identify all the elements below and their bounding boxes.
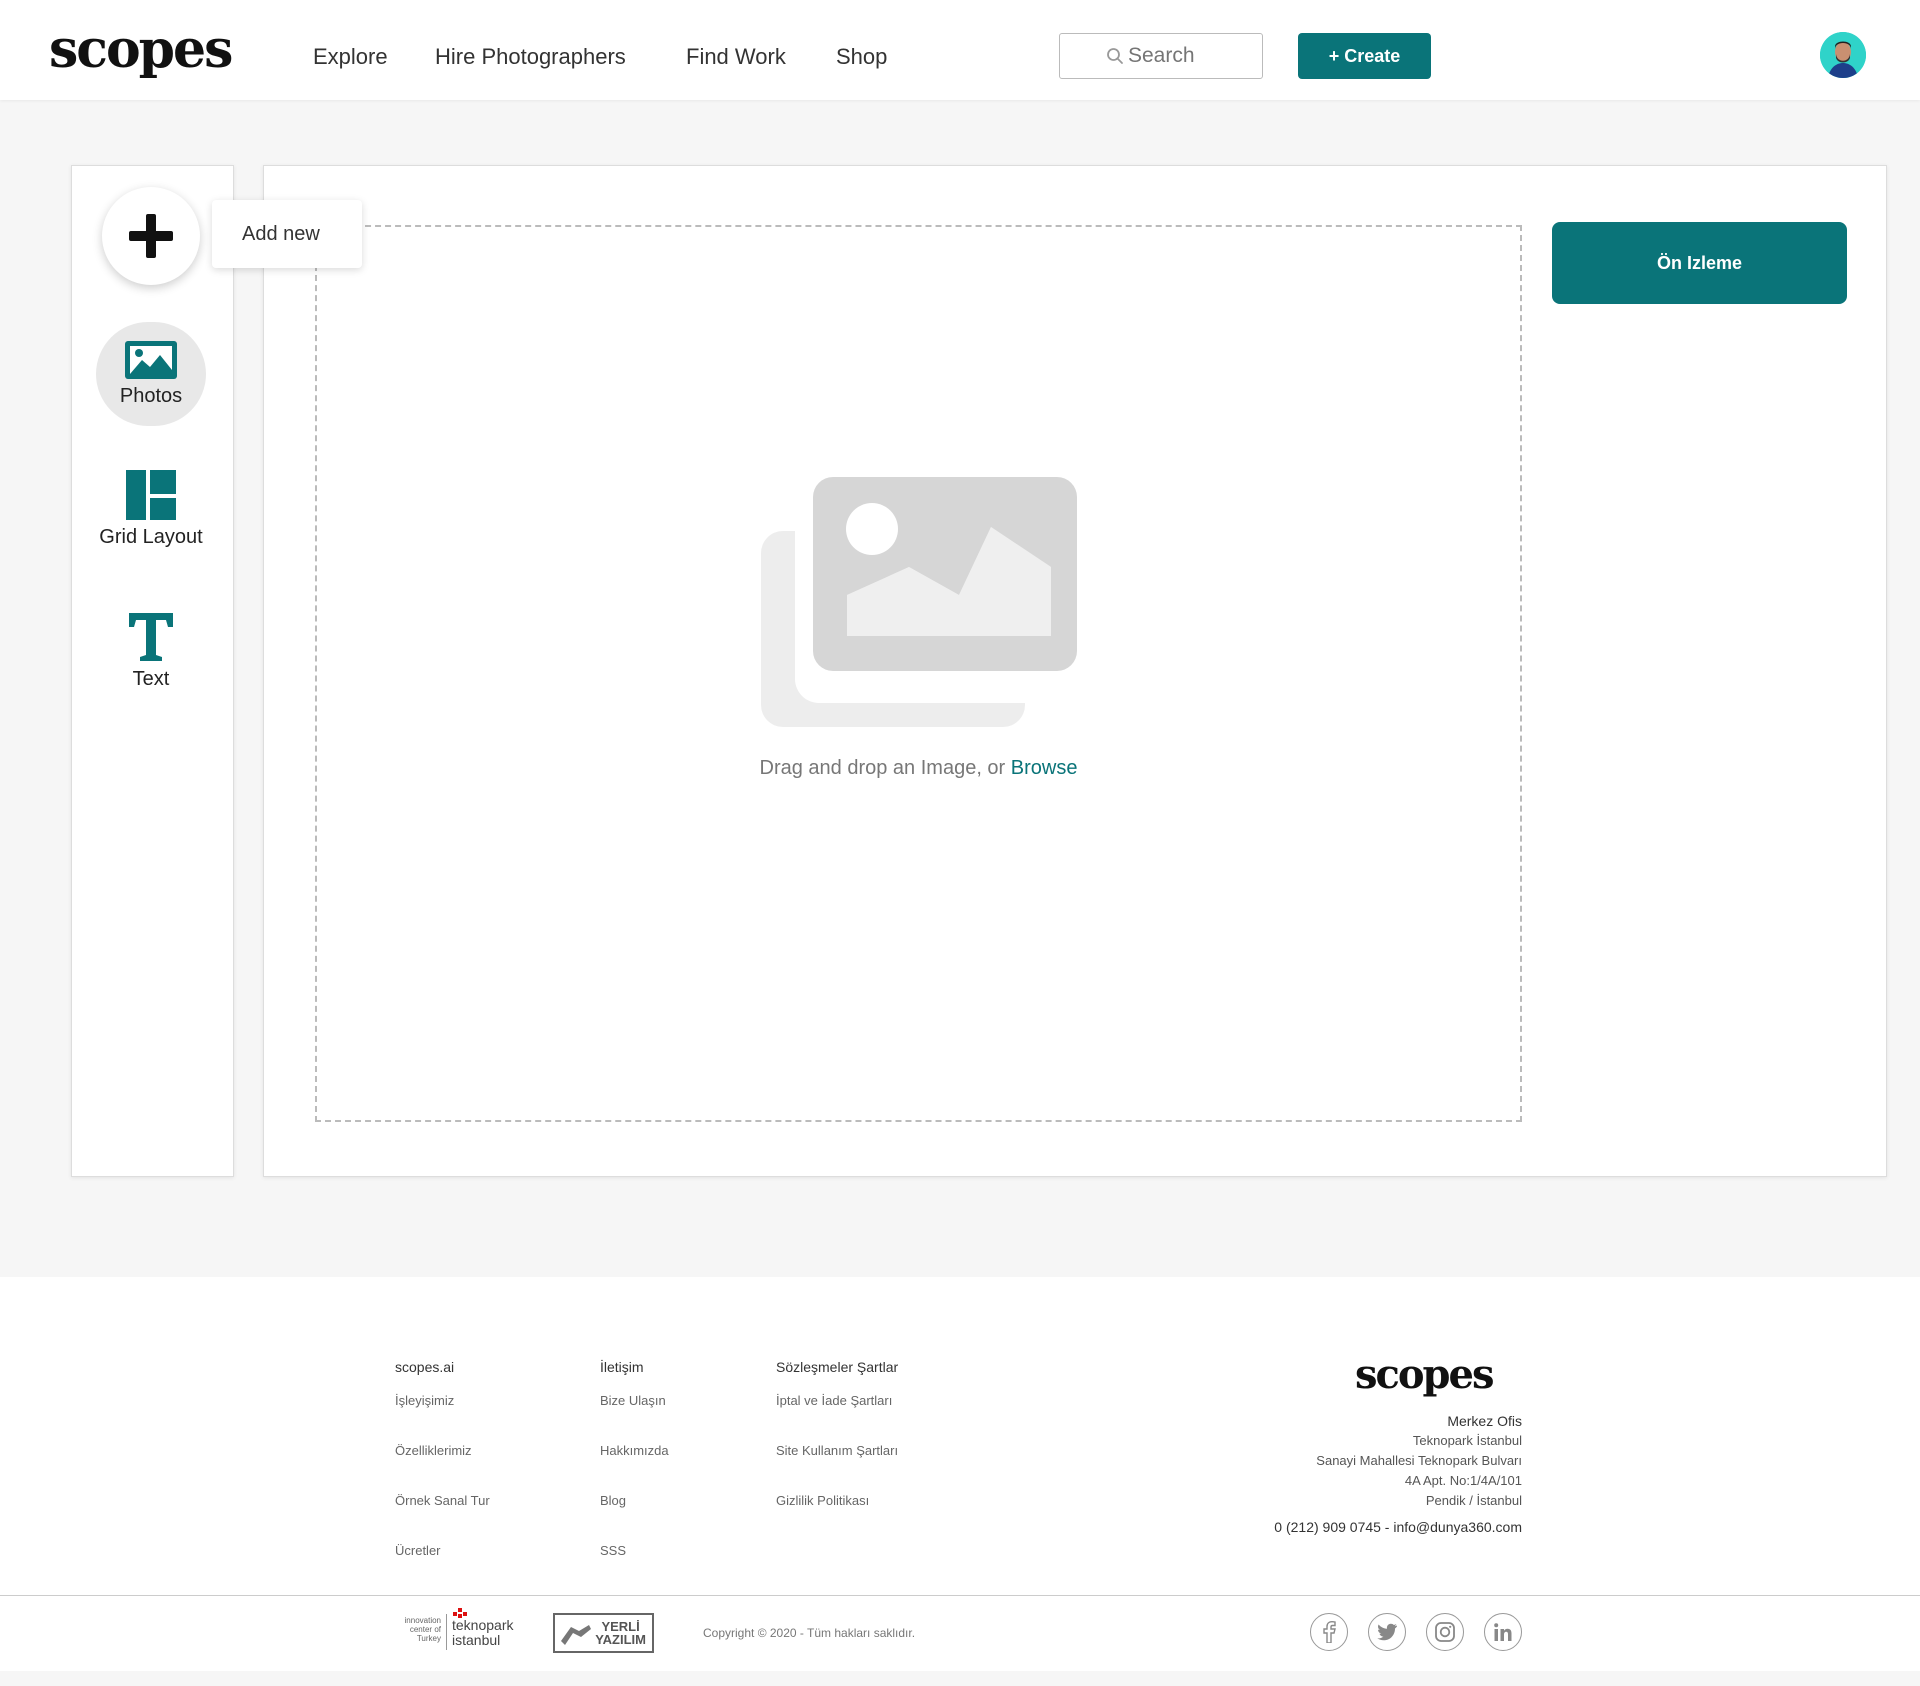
nav-shop[interactable]: Shop xyxy=(836,44,887,70)
nav-find-work[interactable]: Find Work xyxy=(686,44,786,70)
footer-link[interactable]: Site Kullanım Şartları xyxy=(776,1443,898,1493)
preview-button[interactable]: Ön Izleme xyxy=(1552,222,1847,304)
footer-link[interactable]: Ücretler xyxy=(395,1543,490,1593)
office-line: Teknopark İstanbul xyxy=(1412,1433,1522,1448)
teknopark-big-text: teknopark istanbul xyxy=(452,1617,514,1648)
scopes-logo[interactable]: scopes xyxy=(49,22,233,78)
plus-icon xyxy=(129,214,173,258)
add-new-tooltip: Add new xyxy=(212,200,362,268)
user-avatar[interactable] xyxy=(1820,32,1866,78)
tool-sidebar: Photos Grid Layout Text xyxy=(71,165,234,1177)
footer-link[interactable]: SSS xyxy=(600,1543,669,1593)
grid-layout-icon xyxy=(126,470,176,520)
tool-text[interactable]: Text xyxy=(96,611,206,691)
nav-explore[interactable]: Explore xyxy=(313,44,388,70)
instagram-icon[interactable] xyxy=(1426,1613,1464,1651)
footer-link[interactable]: Blog xyxy=(600,1493,669,1543)
contact-info: 0 (212) 909 0745 - info@dunya360.com xyxy=(1274,1519,1522,1535)
dropzone-instruction: Drag and drop an Image, or xyxy=(759,757,1006,779)
photo-icon xyxy=(125,341,177,379)
office-title: Merkez Ofis xyxy=(1447,1413,1522,1429)
office-line: Sanayi Mahallesi Teknopark Bulvarı xyxy=(1316,1453,1522,1468)
office-address: Merkez Ofis Teknopark İstanbul Sanayi Ma… xyxy=(1316,1411,1522,1511)
twitter-icon[interactable] xyxy=(1368,1613,1406,1651)
browse-link[interactable]: Browse xyxy=(1011,757,1078,779)
copyright-text: Copyright © 2020 - Tüm hakları saklıdır. xyxy=(703,1626,916,1640)
facebook-icon[interactable] xyxy=(1310,1613,1348,1651)
footer-column-agreements: Sözleşmeler Şartlar İptal ve İade Şartla… xyxy=(776,1359,898,1543)
teknopark-small-text: innovation center of Turkey xyxy=(404,1616,441,1643)
search-box[interactable] xyxy=(1059,33,1263,79)
footer: scopes.ai İşleyişimiz Özelliklerimiz Örn… xyxy=(0,1277,1920,1595)
footer-link[interactable]: İşleyişimiz xyxy=(395,1393,490,1443)
footer-link[interactable]: Gizlilik Politikası xyxy=(776,1493,898,1543)
footer-link[interactable]: Bize Ulaşın xyxy=(600,1393,669,1443)
image-dropzone[interactable]: Drag and drop an Image, or Browse xyxy=(315,225,1522,1122)
footer-bottom-bar: innovation center of Turkey teknopark is… xyxy=(0,1595,1920,1671)
dropzone-text: Drag and drop an Image, or Browse xyxy=(317,757,1520,780)
footer-link[interactable]: Örnek Sanal Tur xyxy=(395,1493,490,1543)
footer-heading: İletişim xyxy=(600,1359,644,1375)
create-button[interactable]: + Create xyxy=(1298,33,1431,79)
office-line: 4A Apt. No:1/4A/101 xyxy=(1404,1473,1522,1488)
footer-heading: Sözleşmeler Şartlar xyxy=(776,1359,899,1375)
top-header: scopes Explore Hire Photographers Find W… xyxy=(0,0,1920,100)
office-line: Pendik / İstanbul xyxy=(1425,1493,1522,1508)
footer-link[interactable]: Özelliklerimiz xyxy=(395,1443,490,1493)
add-new-button[interactable] xyxy=(102,187,200,285)
footer-link[interactable]: İptal ve İade Şartları xyxy=(776,1393,898,1443)
teknopark-logo: innovation center of Turkey teknopark is… xyxy=(397,1608,515,1652)
page-bottom-margin xyxy=(0,1671,1920,1686)
footer-link[interactable]: Hakkımızda xyxy=(600,1443,669,1493)
tool-grid-layout[interactable]: Grid Layout xyxy=(96,469,206,549)
yerli-yazilim-logo: YERLİ YAZILIM xyxy=(553,1613,654,1653)
image-placeholder-icon xyxy=(761,477,1077,727)
tool-photos-label: Photos xyxy=(119,385,183,407)
tool-text-label: Text xyxy=(132,668,170,690)
editor-canvas: Drag and drop an Image, or Browse Ön Izl… xyxy=(263,165,1887,1177)
tool-grid-layout-label: Grid Layout xyxy=(99,526,203,548)
linkedin-icon[interactable] xyxy=(1484,1613,1522,1651)
footer-heading: scopes.ai xyxy=(395,1359,455,1375)
footer-column-contact: İletişim Bize Ulaşın Hakkımızda Blog SSS xyxy=(600,1359,669,1593)
footer-logo[interactable]: scopes xyxy=(1355,1353,1494,1397)
footer-column-scopes: scopes.ai İşleyişimiz Özelliklerimiz Örn… xyxy=(395,1359,490,1593)
text-icon xyxy=(129,613,173,661)
search-input[interactable] xyxy=(1128,44,1248,68)
search-icon xyxy=(1107,48,1123,64)
nav-hire-photographers[interactable]: Hire Photographers xyxy=(435,44,626,70)
tool-photos[interactable]: Photos xyxy=(96,322,206,426)
